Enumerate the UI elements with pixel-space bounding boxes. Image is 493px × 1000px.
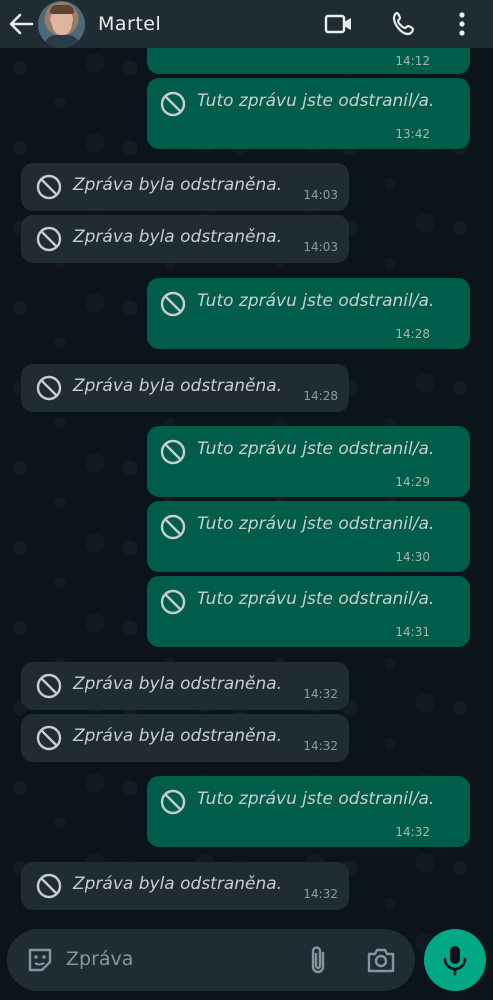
message-text: Tuto zprávu jste odstranil/a. xyxy=(197,291,435,311)
message-time-partial: 14:12 xyxy=(395,54,430,68)
deleted-message-icon xyxy=(35,724,63,752)
message-time: 14:29 xyxy=(395,475,430,489)
avatar-hair xyxy=(50,5,74,14)
incoming-message[interactable]: Zpráva byla odstraněna. 14:03 xyxy=(21,215,349,263)
deleted-message-icon xyxy=(159,788,187,816)
message-composer[interactable]: Zpráva xyxy=(7,929,415,991)
phone-call-icon[interactable] xyxy=(390,10,420,38)
video-call-icon[interactable] xyxy=(324,10,354,38)
message-text: Zpráva byla odstraněna. xyxy=(73,227,283,247)
outgoing-message[interactable]: Tuto zprávu jste odstranil/a. 14:30 xyxy=(147,501,470,572)
incoming-message[interactable]: Zpráva byla odstraněna. 14:32 xyxy=(21,714,349,762)
message-time: 14:03 xyxy=(303,188,338,202)
message-time: 14:30 xyxy=(395,550,430,564)
message-text: Zpráva byla odstraněna. xyxy=(73,376,283,396)
more-options-icon[interactable] xyxy=(448,10,476,38)
message-time: 14:32 xyxy=(303,687,338,701)
message-time: 14:32 xyxy=(395,825,430,839)
deleted-message-icon xyxy=(35,173,63,201)
incoming-message[interactable]: Zpráva byla odstraněna. 14:03 xyxy=(21,163,349,211)
message-time: 14:31 xyxy=(395,625,430,639)
back-arrow-icon[interactable] xyxy=(6,10,36,38)
message-input[interactable]: Zpráva xyxy=(66,948,133,970)
message-time: 13:42 xyxy=(395,127,430,141)
message-text: Tuto zprávu jste odstranil/a. xyxy=(197,789,435,809)
message-time: 14:28 xyxy=(303,389,338,403)
avatar[interactable] xyxy=(38,1,85,48)
message-text: Zpráva byla odstraněna. xyxy=(73,175,283,195)
message-time: 14:28 xyxy=(395,327,430,341)
microphone-icon xyxy=(443,946,467,976)
contact-name[interactable]: Martel xyxy=(98,13,161,35)
message-time: 14:32 xyxy=(303,887,338,901)
message-text: Zpráva byla odstraněna. xyxy=(73,674,283,694)
message-time: 14:32 xyxy=(303,739,338,753)
message-text: Tuto zprávu jste odstranil/a. xyxy=(197,439,435,459)
paperclip-icon[interactable] xyxy=(303,944,333,976)
incoming-message[interactable]: Zpráva byla odstraněna. 14:32 xyxy=(21,662,349,710)
deleted-message-icon xyxy=(159,90,187,118)
deleted-message-icon xyxy=(35,872,63,900)
message-text: Zpráva byla odstraněna. xyxy=(73,874,283,894)
microphone-button[interactable] xyxy=(424,929,486,991)
message-text: Tuto zprávu jste odstranil/a. xyxy=(197,589,435,609)
deleted-message-icon xyxy=(35,225,63,253)
camera-icon[interactable] xyxy=(365,945,397,975)
deleted-message-icon xyxy=(159,513,187,541)
message-text: Tuto zprávu jste odstranil/a. xyxy=(197,514,435,534)
message-text: Tuto zprávu jste odstranil/a. xyxy=(197,91,435,111)
deleted-message-icon xyxy=(159,438,187,466)
outgoing-message[interactable]: Tuto zprávu jste odstranil/a. 14:28 xyxy=(147,278,470,349)
chat-header: Martel xyxy=(0,0,493,48)
deleted-message-icon xyxy=(35,374,63,402)
avatar-shirt xyxy=(44,35,80,48)
incoming-message[interactable]: Zpráva byla odstraněna. 14:32 xyxy=(21,862,349,910)
message-text: Zpráva byla odstraněna. xyxy=(73,726,283,746)
outgoing-message[interactable]: Tuto zprávu jste odstranil/a. 13:42 xyxy=(147,78,470,149)
sticker-icon[interactable] xyxy=(25,945,55,975)
outgoing-message[interactable]: Tuto zprávu jste odstranil/a. 14:29 xyxy=(147,426,470,497)
deleted-message-icon xyxy=(159,290,187,318)
deleted-message-icon xyxy=(159,588,187,616)
deleted-message-icon xyxy=(35,672,63,700)
message-time: 14:03 xyxy=(303,240,338,254)
incoming-message[interactable]: Zpráva byla odstraněna. 14:28 xyxy=(21,364,349,412)
outgoing-message[interactable]: Tuto zprávu jste odstranil/a. 14:32 xyxy=(147,776,470,847)
outgoing-message[interactable]: Tuto zprávu jste odstranil/a. 14:31 xyxy=(147,576,470,647)
